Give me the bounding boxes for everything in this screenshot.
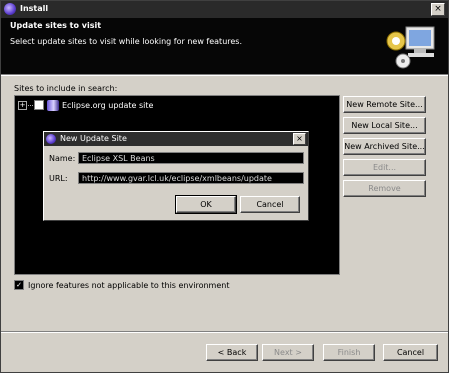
ok-button[interactable]: OK bbox=[175, 195, 237, 214]
ignore-features-option[interactable]: ✓ Ignore features not applicable to this… bbox=[14, 280, 229, 290]
dialog-title: New Update Site bbox=[60, 134, 127, 143]
dialog-close-button[interactable]: × bbox=[293, 133, 306, 145]
new-remote-site-button[interactable]: New Remote Site... bbox=[343, 96, 426, 113]
update-wizard-icon bbox=[386, 26, 435, 69]
title-bar[interactable]: Install × bbox=[1, 1, 448, 18]
finish-button[interactable]: Finish bbox=[323, 344, 375, 361]
name-field[interactable]: Eclipse XSL Beans bbox=[78, 152, 304, 164]
tree-item-eclipse-update-site[interactable]: + Eclipse.org update site bbox=[18, 99, 153, 111]
eclipse-icon bbox=[46, 134, 56, 144]
cancel-button[interactable]: Cancel bbox=[383, 344, 438, 361]
new-update-site-dialog: New Update Site × Name: Eclipse XSL Bean… bbox=[43, 131, 309, 221]
new-local-site-button[interactable]: New Local Site... bbox=[343, 117, 426, 134]
install-window: Install × Update sites to visit Select u… bbox=[0, 0, 449, 373]
tree-line bbox=[28, 104, 33, 106]
window-close-button[interactable]: × bbox=[431, 3, 445, 16]
ignore-features-checkbox[interactable]: ✓ bbox=[14, 280, 24, 290]
dialog-cancel-button[interactable]: Cancel bbox=[240, 196, 300, 213]
url-label: URL: bbox=[49, 174, 68, 183]
edit-button[interactable]: Edit... bbox=[343, 159, 426, 176]
name-label: Name: bbox=[49, 154, 76, 163]
window-title: Install bbox=[20, 4, 49, 13]
footer-separator bbox=[1, 331, 448, 333]
next-button[interactable]: Next > bbox=[262, 344, 314, 361]
remove-button[interactable]: Remove bbox=[343, 180, 426, 197]
wizard-banner: Update sites to visit Select update site… bbox=[1, 18, 448, 74]
update-site-icon bbox=[47, 99, 59, 111]
banner-description: Select update sites to visit while looki… bbox=[10, 37, 243, 46]
ignore-features-label: Ignore features not applicable to this e… bbox=[28, 280, 230, 290]
expand-icon[interactable]: + bbox=[18, 100, 27, 110]
site-checkbox[interactable] bbox=[34, 100, 44, 110]
banner-heading: Update sites to visit bbox=[10, 21, 102, 30]
site-label: Eclipse.org update site bbox=[62, 100, 154, 110]
dialog-title-bar[interactable]: New Update Site × bbox=[44, 132, 308, 146]
banner-separator bbox=[1, 74, 448, 76]
url-field[interactable]: http://www.gvar.lcl.uk/eclipse/xmlbeans/… bbox=[78, 172, 304, 184]
new-archived-site-button[interactable]: New Archived Site... bbox=[343, 138, 426, 155]
eclipse-icon bbox=[4, 3, 16, 15]
back-button[interactable]: < Back bbox=[206, 344, 258, 361]
sites-label: Sites to include in search: bbox=[14, 84, 118, 93]
